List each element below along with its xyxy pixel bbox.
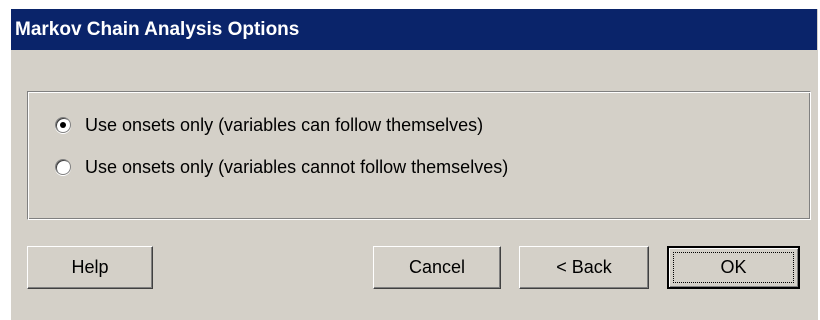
radio-can-follow[interactable] bbox=[55, 117, 71, 133]
radio-cannot-follow[interactable] bbox=[55, 159, 71, 175]
option-cannot-follow[interactable]: Use onsets only (variables cannot follow… bbox=[55, 155, 508, 179]
ok-button[interactable]: OK bbox=[667, 246, 800, 289]
dialog-title: Markov Chain Analysis Options bbox=[11, 9, 817, 50]
back-button[interactable]: < Back bbox=[519, 246, 649, 289]
option-can-follow[interactable]: Use onsets only (variables can follow th… bbox=[55, 113, 483, 137]
cancel-button[interactable]: Cancel bbox=[373, 246, 501, 289]
option-cannot-follow-label: Use onsets only (variables cannot follow… bbox=[85, 156, 509, 177]
ok-button-label: OK bbox=[720, 257, 747, 277]
markov-options-dialog: Markov Chain Analysis Options Use onsets… bbox=[10, 8, 818, 320]
help-button[interactable]: Help bbox=[27, 246, 153, 289]
option-can-follow-label: Use onsets only (variables can follow th… bbox=[85, 114, 484, 135]
